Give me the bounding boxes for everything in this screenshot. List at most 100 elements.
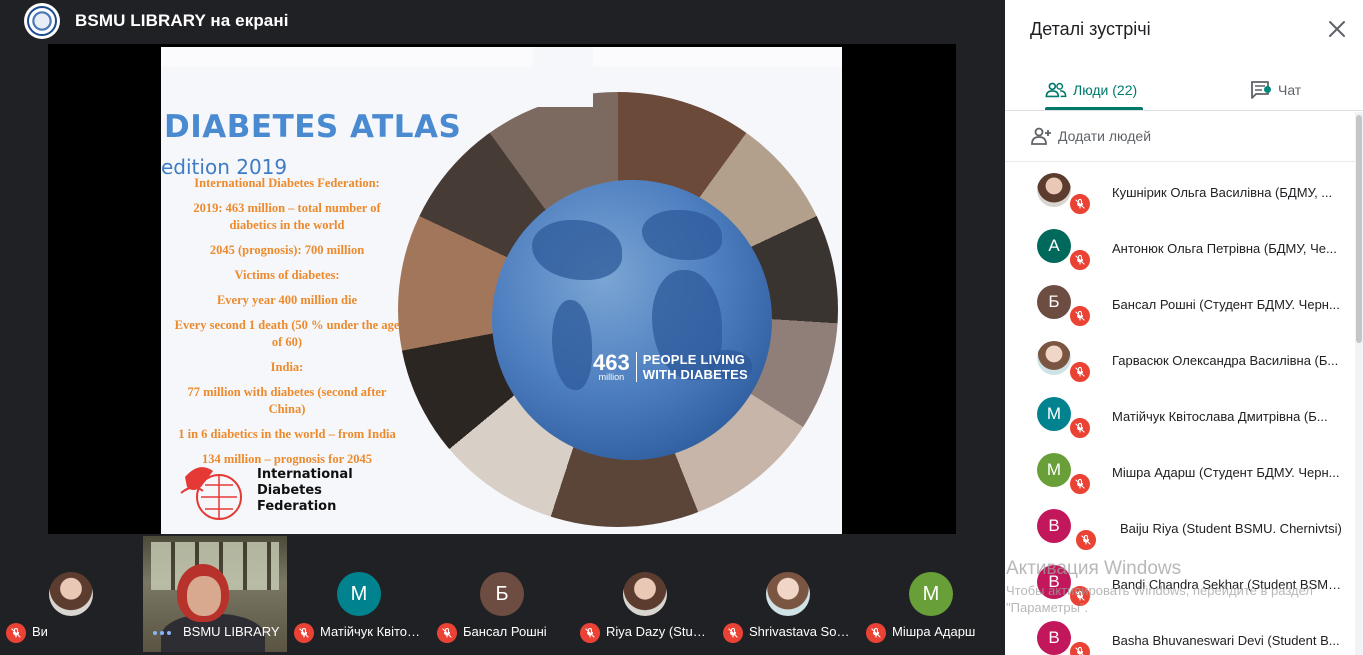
- mic-off-icon: [1068, 304, 1092, 328]
- participant-row[interactable]: B Basha Bhuvaneswari Devi (Student B...: [1005, 611, 1355, 655]
- mic-off-icon: [1068, 192, 1092, 216]
- tile-name: Бансал Рошні: [463, 624, 547, 639]
- avatar: M: [909, 572, 953, 616]
- participant-row[interactable]: M Матійчук Квітослава Дмитрівна (Б...: [1005, 387, 1355, 443]
- globe-stat: 463 million PEOPLE LIVING WITH DIABETES: [593, 349, 748, 382]
- avatar: [766, 572, 810, 616]
- avatar: [623, 572, 667, 616]
- participant-tile[interactable]: Shrivastava Sonali: [717, 534, 859, 655]
- participant-row[interactable]: B Bandi Chandra Sekhar (Student BSMU...: [1005, 555, 1355, 611]
- presentation-header: BSMU LIBRARY на екрані: [0, 0, 1005, 42]
- slide-paragraph: 2045 (prognosis): 700 million: [209, 243, 365, 257]
- mic-off-icon: [1068, 360, 1092, 384]
- slide-paragraph: India:: [270, 360, 304, 374]
- participant-name: Baiju Riya (Student BSMU. Chernivtsi): [1120, 521, 1342, 536]
- scrollbar-thumb[interactable]: [1356, 115, 1362, 343]
- meet-window: BSMU LIBRARY на екрані 463 million PEOPL…: [0, 0, 1363, 655]
- participant-name: Антонюк Ольга Петрівна (БДМУ, Че...: [1112, 241, 1337, 256]
- mic-off-icon: [1068, 584, 1092, 608]
- panel-title: Деталі зустрічі: [1030, 19, 1151, 39]
- avatar: Б: [1037, 285, 1071, 319]
- participant-row[interactable]: Кушнірик Ольга Василівна (БДМУ, ...: [1005, 163, 1355, 219]
- participant-tile-self[interactable]: Ви: [0, 534, 142, 655]
- avatar: [1037, 341, 1071, 375]
- participant-name: Кушнірик Ольга Василівна (БДМУ, ...: [1112, 185, 1333, 200]
- mic-off-icon: [6, 623, 26, 643]
- participant-name: Bandi Chandra Sekhar (Student BSMU...: [1112, 577, 1344, 592]
- mic-off-icon: [723, 623, 743, 643]
- add-people-button[interactable]: Додати людей: [1030, 122, 1151, 150]
- avatar: M: [337, 572, 381, 616]
- mic-off-icon: [580, 623, 600, 643]
- participant-row[interactable]: M Мішра Адарш (Студент БДМУ. Черн...: [1005, 443, 1355, 499]
- participant-row[interactable]: Б Бансал Рошні (Студент БДМУ. Черн...: [1005, 275, 1355, 331]
- participant-row[interactable]: A Антонюк Ольга Петрівна (БДМУ, Че...: [1005, 219, 1355, 275]
- people-icon: [1045, 82, 1067, 98]
- globe-number: 463: [593, 349, 630, 375]
- slide-paragraph: Every year 400 million die: [216, 293, 358, 307]
- globe-label-2: WITH DIABETES: [642, 367, 748, 382]
- participant-row[interactable]: Гарвасюк Олександра Василівна (Б...: [1005, 331, 1355, 387]
- slide-paragraph: Victims of diabetes:: [234, 268, 340, 282]
- tile-name: Ви: [32, 624, 48, 639]
- close-icon: [1329, 21, 1345, 37]
- participant-tile[interactable]: Riya Dazy (Student): [574, 534, 716, 655]
- mic-off-icon: [294, 623, 314, 643]
- globe-label-1: PEOPLE LIVING: [642, 352, 746, 367]
- avatar: [1037, 173, 1071, 207]
- participant-name: Мішра Адарш (Студент БДМУ. Черн...: [1112, 465, 1340, 480]
- avatar: [49, 572, 93, 616]
- meeting-details-panel: Деталі зустрічі Люди (22) Чат Додати люд…: [1005, 0, 1363, 655]
- idf-logo: International Diabetes Federation: [179, 457, 353, 525]
- tile-name: Riya Dazy (Student): [606, 624, 712, 639]
- add-people-label: Додати людей: [1058, 128, 1152, 144]
- tile-name: Мішра Адарш: [892, 624, 976, 639]
- participant-name: Гарвасюк Олександра Василівна (Б...: [1112, 353, 1339, 368]
- participant-name: Матійчук Квітослава Дмитрівна (Б...: [1112, 409, 1328, 424]
- participant-row[interactable]: B Baiju Riya (Student BSMU. Chernivtsi): [1005, 499, 1355, 555]
- tile-name: Матійчук Квітослава: [320, 624, 426, 639]
- mic-off-icon: [437, 623, 457, 643]
- participant-filmstrip: Ви BSMU LIBRARY M Матійчук Квітослава Б …: [0, 534, 1005, 655]
- idf-name-line: Federation: [257, 499, 337, 514]
- avatar: A: [1037, 229, 1071, 263]
- avatar: M: [1037, 397, 1071, 431]
- participant-tile[interactable]: M Матійчук Квітослава: [288, 534, 430, 655]
- participant-tile-presenter[interactable]: BSMU LIBRARY: [143, 536, 287, 652]
- unread-badge: [1264, 86, 1271, 93]
- participant-name: Basha Bhuvaneswari Devi (Student B...: [1112, 633, 1340, 648]
- avatar: B: [1037, 621, 1071, 655]
- slide-paragraph: 2019: 463 million – total number of diab…: [193, 201, 381, 232]
- speaking-indicator-icon: [153, 631, 171, 635]
- slide-body-text: International Diabetes Federation: 2019:…: [169, 175, 405, 476]
- idf-name-line: International: [257, 467, 353, 482]
- presenting-title: BSMU LIBRARY на екрані: [75, 11, 289, 30]
- slide-title: DIABETES ATLAS: [164, 109, 462, 145]
- mic-off-icon: [1074, 528, 1098, 552]
- slide-paragraph: 77 million with diabetes (second after C…: [187, 385, 387, 416]
- avatar: Б: [480, 572, 524, 616]
- avatar: B: [1037, 565, 1071, 599]
- slide-paragraph: Every second 1 death (50 % under the age…: [174, 318, 400, 349]
- participant-name: Бансал Рошні (Студент БДМУ. Черн...: [1112, 297, 1340, 312]
- tab-chat[interactable]: Чат: [1250, 70, 1301, 110]
- tab-people-label: Люди (22): [1073, 82, 1138, 98]
- participant-tile[interactable]: Б Бансал Рошні: [431, 534, 573, 655]
- avatar: M: [1037, 453, 1071, 487]
- tile-name: Shrivastava Sonali: [749, 624, 855, 639]
- tile-name: BSMU LIBRARY: [183, 624, 280, 639]
- idf-name-line: Diabetes: [257, 483, 322, 498]
- idf-emblem-icon: [180, 467, 242, 520]
- slide-paragraph: International Diabetes Federation:: [194, 176, 380, 190]
- add-person-icon: [1031, 127, 1051, 145]
- presenter-logo: [24, 3, 60, 39]
- mic-off-icon: [1068, 248, 1092, 272]
- shared-slide: 463 million PEOPLE LIVING WITH DIABETES …: [161, 47, 842, 534]
- tab-chat-label: Чат: [1278, 82, 1302, 98]
- participant-tile[interactable]: M Мішра Адарш: [860, 534, 1002, 655]
- tab-people[interactable]: Люди (22): [1045, 70, 1137, 110]
- mic-off-icon: [1068, 472, 1092, 496]
- close-panel-button[interactable]: [1325, 17, 1349, 41]
- mic-off-icon: [866, 623, 886, 643]
- mic-off-icon: [1068, 640, 1092, 655]
